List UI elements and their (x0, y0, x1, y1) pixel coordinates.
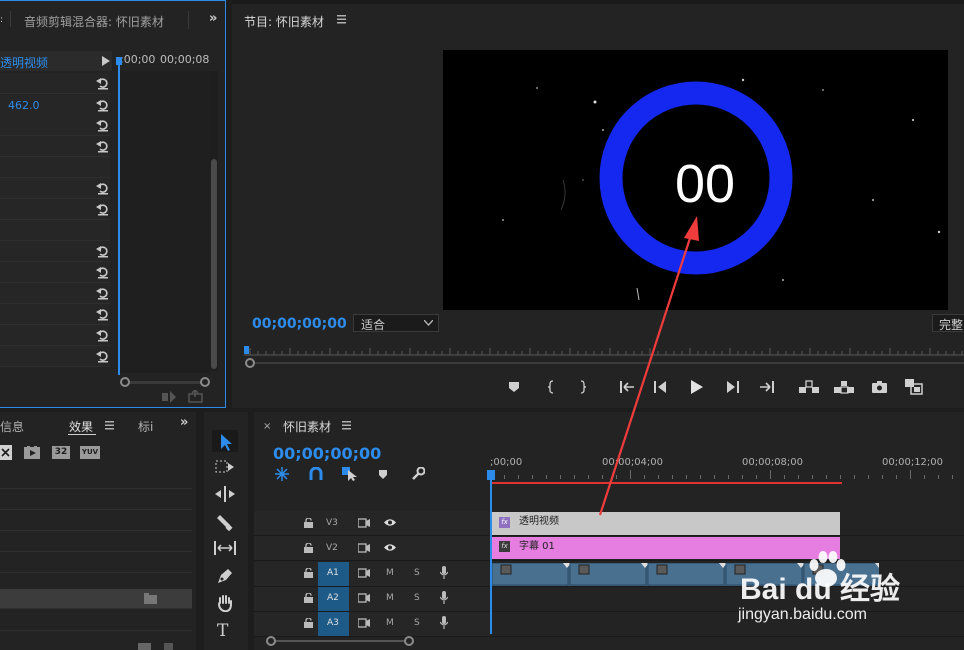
watermark-url: jingyan.baidu.com (738, 606, 867, 623)
watermark-brand: Bai du 经验 (740, 573, 901, 606)
baidu-watermark: Bai du 经验 jingyan.baidu.com (728, 551, 958, 634)
